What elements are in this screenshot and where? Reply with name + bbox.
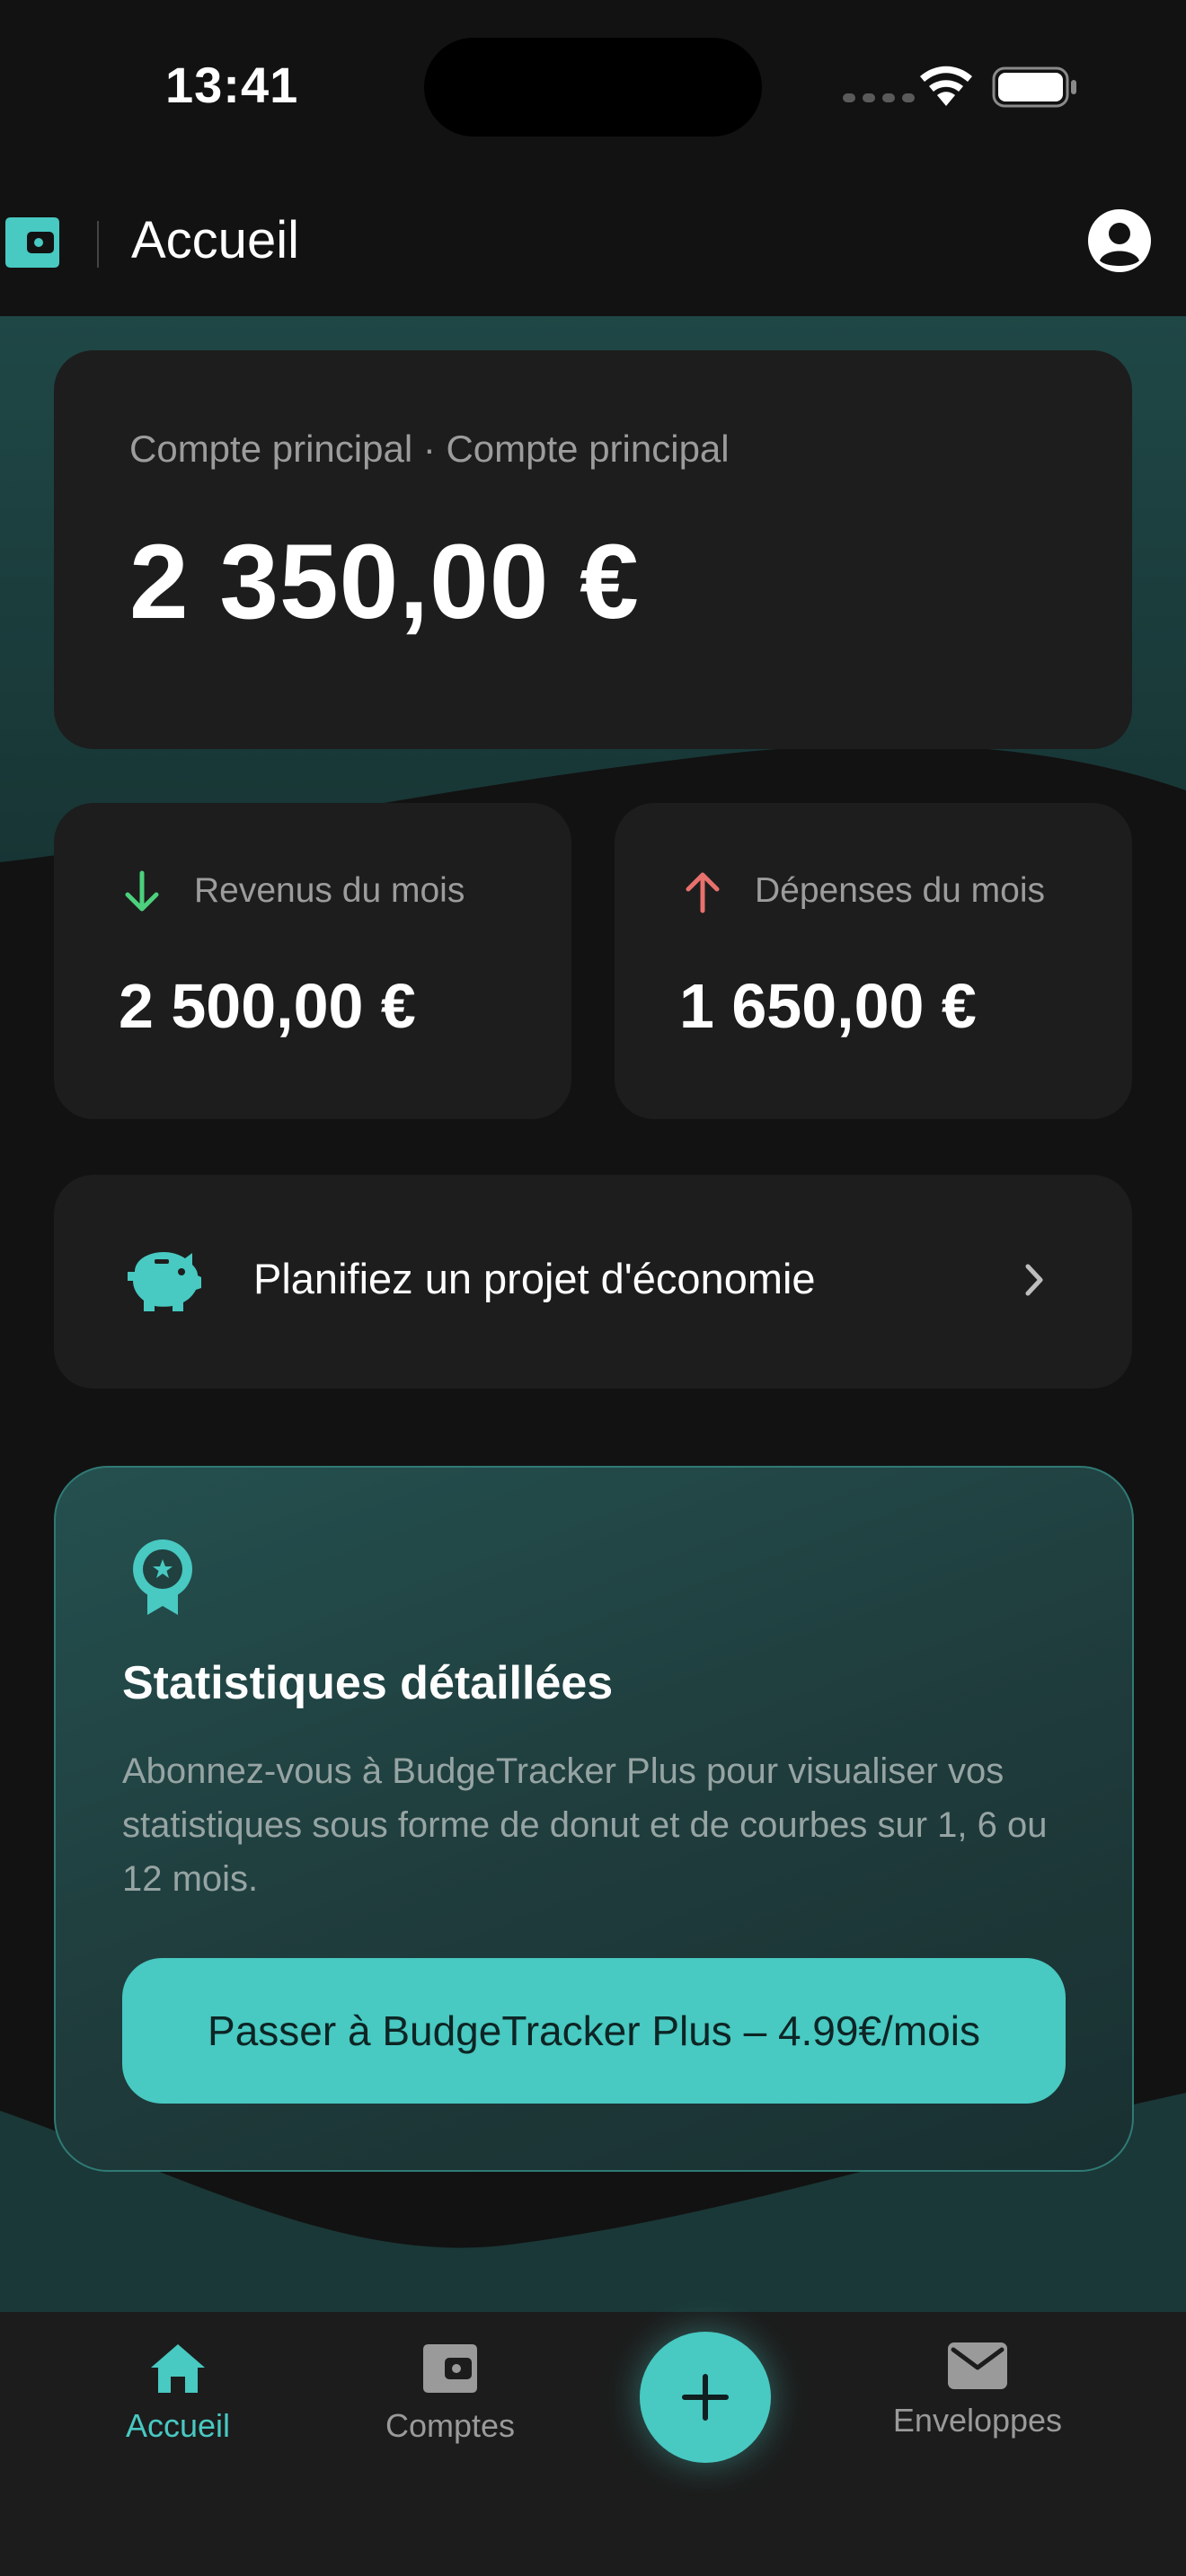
header-divider — [97, 221, 99, 268]
savings-project-button[interactable]: Planifiez un projet d'économie — [54, 1175, 1132, 1389]
wifi-icon — [920, 66, 972, 106]
home-icon — [151, 2344, 205, 2393]
balance-card[interactable]: Compte principal · Compte principal 2 35… — [54, 350, 1132, 749]
award-medal-icon — [133, 1539, 192, 1615]
user-circle-icon[interactable] — [1087, 208, 1152, 273]
promo-description: Abonnez-vous à BudgeTracker Plus pour vi… — [122, 1751, 1048, 1899]
expense-card[interactable]: Dépenses du mois 1 650,00 € — [615, 803, 1132, 1119]
nav-label-accueil: Accueil — [125, 2407, 231, 2444]
status-time: 13:41 — [165, 57, 299, 113]
expense-amount: 1 650,00 € — [679, 971, 977, 1041]
add-transaction-button[interactable] — [640, 2332, 771, 2463]
arrow-down-icon — [125, 870, 159, 912]
envelope-icon — [948, 2342, 1007, 2389]
bottom-navigation: Accueil Comptes Enveloppes — [0, 2312, 1186, 2576]
chevron-right-icon — [1025, 1264, 1043, 1296]
app-header: Accueil — [0, 171, 1186, 316]
savings-project-label: Planifiez un projet d'économie — [253, 1255, 816, 1302]
nav-label-comptes: Comptes — [385, 2407, 516, 2444]
promo-title: Statistiques détaillées — [122, 1657, 614, 1709]
page-title: Accueil — [131, 211, 299, 269]
income-card[interactable]: Revenus du mois 2 500,00 € — [54, 803, 571, 1119]
dynamic-island — [424, 38, 762, 137]
expense-label: Dépenses du mois — [755, 871, 1046, 910]
status-bar: 13:41 — [0, 0, 1186, 171]
nav-item-accueil[interactable]: Accueil — [61, 2342, 295, 2445]
account-label: Compte principal · Compte principal — [129, 428, 730, 470]
income-amount: 2 500,00 € — [119, 971, 416, 1041]
cellular-signal-icon — [843, 93, 915, 102]
arrow-up-icon — [686, 872, 720, 913]
piggy-bank-icon — [128, 1252, 201, 1311]
nav-item-comptes[interactable]: Comptes — [333, 2342, 567, 2445]
battery-icon — [992, 66, 1076, 108]
nav-item-enveloppes[interactable]: Enveloppes — [861, 2342, 1094, 2439]
income-label: Revenus du mois — [194, 871, 465, 910]
upgrade-button[interactable]: Passer à BudgeTracker Plus – 4.99€/mois — [122, 1958, 1066, 2104]
nav-label-enveloppes: Enveloppes — [892, 2402, 1063, 2439]
premium-promo-card: Statistiques détaillées Abonnez-vous à B… — [54, 1466, 1134, 2172]
balance-amount: 2 350,00 € — [129, 523, 640, 641]
plus-icon — [682, 2374, 729, 2421]
wallet-icon[interactable] — [5, 216, 61, 269]
wallet-icon — [423, 2344, 477, 2393]
